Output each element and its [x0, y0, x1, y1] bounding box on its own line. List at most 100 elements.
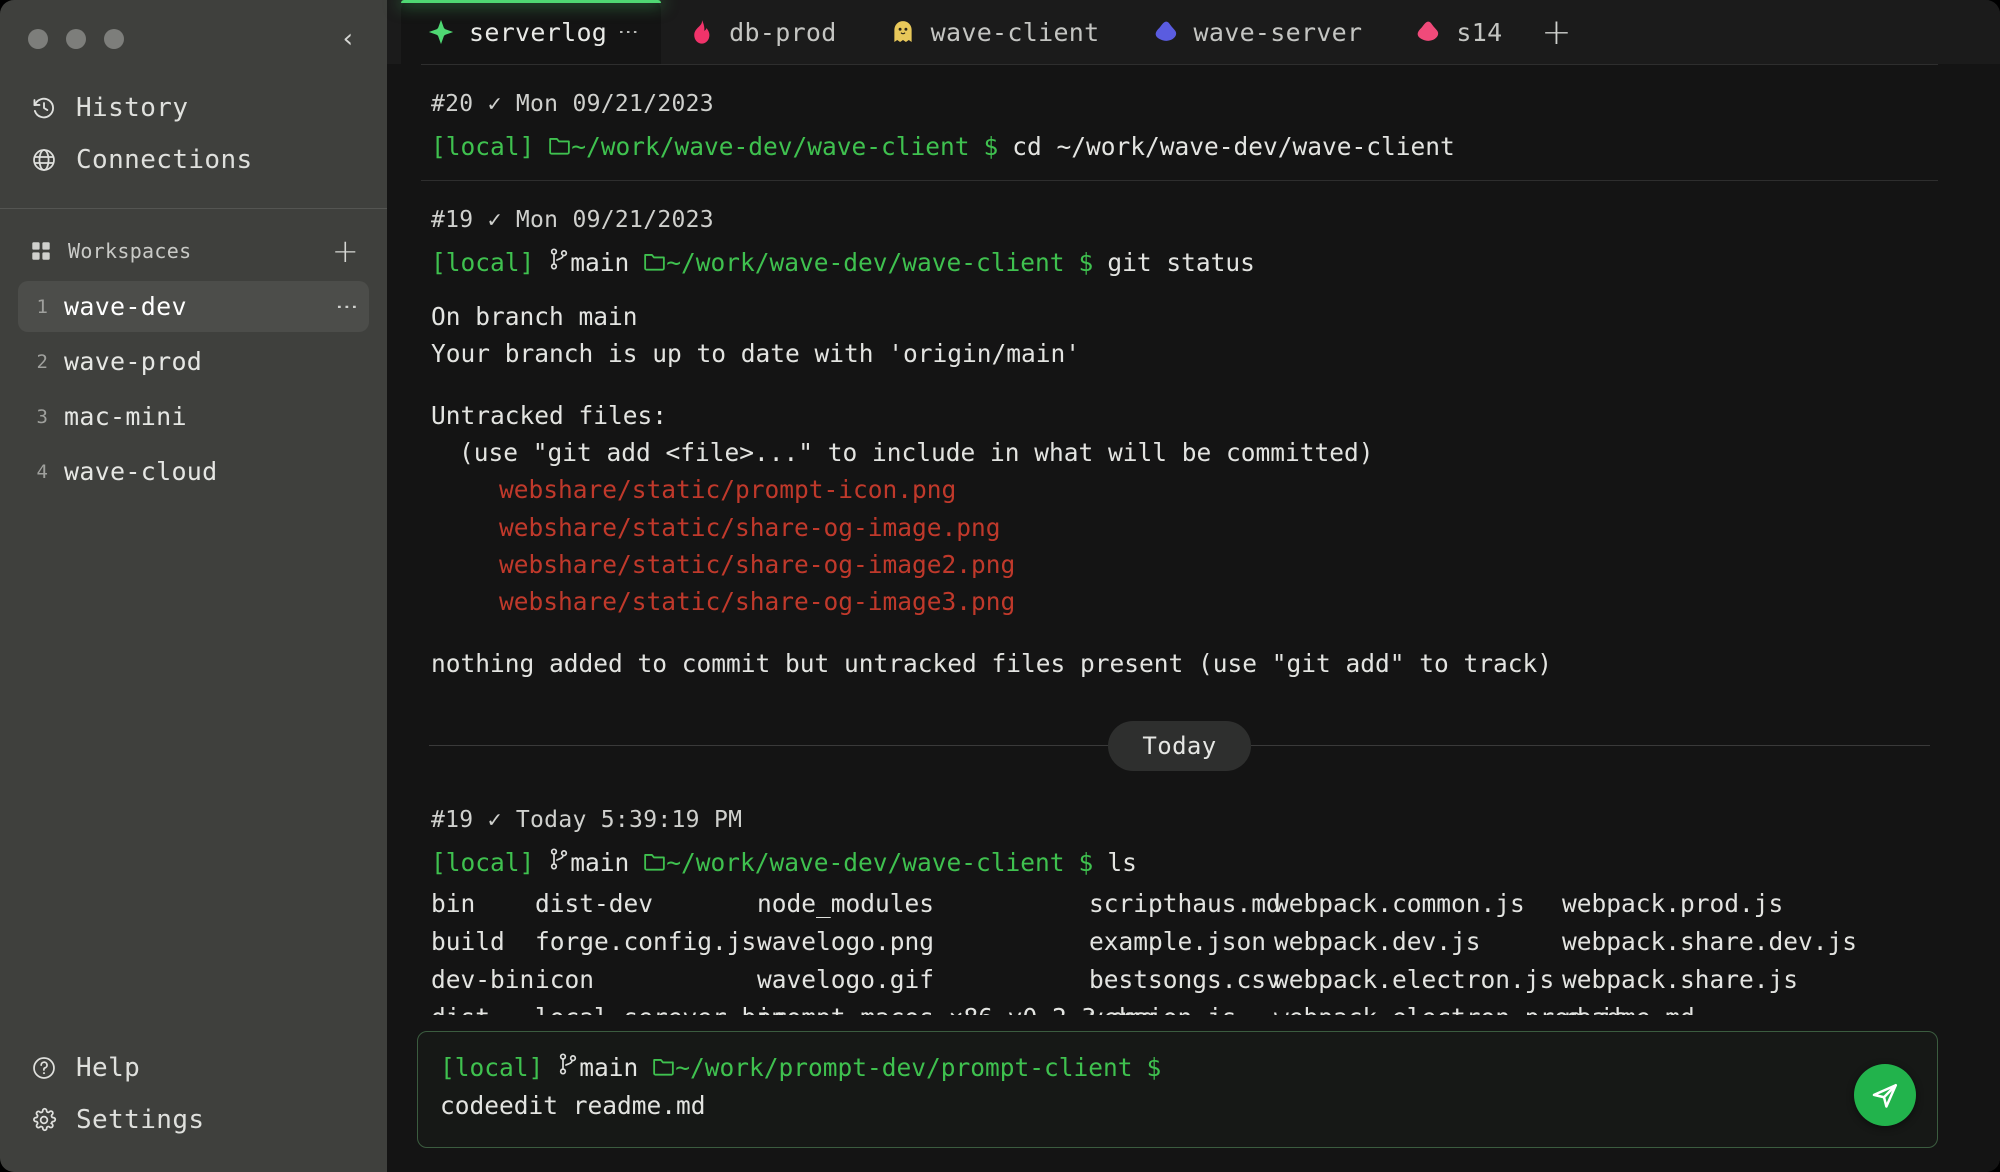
sidebar-item-help[interactable]: Help	[0, 1042, 387, 1094]
prompt-branch: main	[570, 247, 630, 277]
tab-label: wave-server	[1193, 17, 1363, 47]
send-button[interactable]	[1854, 1064, 1916, 1126]
prompt-command: ls	[1107, 847, 1137, 877]
workspace-index: 3	[36, 405, 48, 428]
tab-db-prod[interactable]: db-prod	[661, 0, 862, 64]
terminal-output: #20 ✓ Mon 09/21/2023 [local] ~/work/wave…	[387, 64, 2000, 1172]
separator-line-right	[1250, 745, 1930, 747]
untracked-file: webshare/static/prompt-icon.png	[499, 475, 957, 505]
prompt-line: [local] main ~/work/wave-dev/wave-client…	[417, 845, 1942, 882]
date-separator-label: Today	[1108, 720, 1251, 771]
minimize-button[interactable]	[66, 29, 86, 49]
prompt-path: ~/work/wave-dev/wave-client	[666, 847, 1065, 877]
command-input-box[interactable]: [local] main ~/work/prompt-dev/prompt-cl…	[417, 1030, 1938, 1148]
ls-entry: webpack.dev.js	[1274, 927, 1481, 957]
tab-label: serverlog	[469, 17, 608, 47]
terminal-scroll-area[interactable]: #20 ✓ Mon 09/21/2023 [local] ~/work/wave…	[387, 64, 1968, 1015]
separator-line-left	[429, 745, 1109, 747]
input-prompt-line: [local] main ~/work/prompt-dev/prompt-cl…	[440, 1050, 1913, 1087]
window-titlebar: ‹	[0, 0, 387, 78]
output-blank-line	[417, 620, 1942, 645]
terminal-block[interactable]: #19 ✓ Today 5:39:19 PM [local] main ~/wo…	[417, 793, 1942, 1015]
history-icon	[30, 94, 58, 122]
ls-entry: build	[431, 927, 505, 957]
ls-entry: prompt-macos-×86-v0.2.3.dmg	[757, 999, 1155, 1014]
ls-entry: readme.md	[1562, 999, 1942, 1014]
maximize-button[interactable]	[104, 29, 124, 49]
untracked-file: webshare/static/share-og-image2.png	[499, 549, 1016, 579]
terminal-block[interactable]: #19 ✓ Mon 09/21/2023 [local] main ~/work…	[417, 181, 1942, 697]
add-tab-button[interactable]: +	[1528, 0, 1584, 64]
workspace-menu-icon[interactable]: ⋮	[334, 296, 359, 318]
sidebar-footer: Help Settings	[0, 1042, 387, 1172]
date-separator: Today	[417, 697, 1942, 793]
gear-icon	[30, 1106, 58, 1134]
workspace-index: 2	[36, 350, 48, 373]
tab-label: wave-client	[930, 17, 1100, 47]
command-input-area: [local] main ~/work/prompt-dev/prompt-cl…	[387, 1014, 1968, 1172]
sidebar-item-history[interactable]: History	[0, 82, 387, 134]
close-button[interactable]	[28, 29, 48, 49]
workspace-index: 4	[36, 460, 48, 483]
prompt-command: git status	[1107, 247, 1255, 277]
ls-entry: example.json	[1089, 927, 1267, 957]
prompt-path: ~/work/wave-dev/wave-client	[666, 247, 1065, 277]
traffic-lights	[28, 29, 124, 49]
prompt-sigil: $	[1078, 847, 1094, 877]
ls-entry: local-serever-bin	[535, 999, 786, 1014]
tab-s14[interactable]: s14	[1388, 0, 1528, 64]
workspaces-header: Workspaces +	[0, 209, 387, 281]
globe-icon	[30, 146, 58, 174]
workspace-item-wave-prod[interactable]: 2 wave-prod	[18, 336, 369, 387]
prompt-sigil: $	[1078, 247, 1094, 277]
block-header: #19 ✓ Mon 09/21/2023	[431, 206, 714, 233]
sidebar-item-label: Settings	[76, 1105, 205, 1135]
folder-icon	[652, 1055, 675, 1076]
add-workspace-button[interactable]: +	[332, 235, 359, 267]
workspace-name: wave-dev	[64, 292, 187, 321]
flame-icon	[687, 18, 715, 46]
tab-serverlog[interactable]: serverlog ⋮	[401, 0, 662, 64]
ls-entry: dist	[431, 999, 535, 1014]
block-header: #20 ✓ Mon 09/21/2023	[431, 91, 714, 117]
workspace-item-mac-mini[interactable]: 3 mac-mini	[18, 391, 369, 442]
workspace-item-wave-dev[interactable]: 1 wave-dev ⋮	[18, 281, 369, 332]
blob-icon	[1414, 18, 1442, 46]
ls-entry: webpack.electron.prod.js	[1274, 999, 1628, 1014]
sidebar-item-settings[interactable]: Settings	[0, 1094, 387, 1146]
output-line: Your branch is up to date with 'origin/m…	[431, 338, 1081, 368]
ls-entry: bestsongs.csv	[1089, 965, 1281, 995]
terminal-block[interactable]: #20 ✓ Mon 09/21/2023 [local] ~/work/wave…	[417, 65, 1942, 180]
ls-entry: wavelogo.png	[757, 927, 935, 957]
tab-label: db-prod	[729, 17, 837, 47]
ls-entry: version.js	[1089, 999, 1274, 1014]
app-window: ‹ History Connections Workspaces + 1 wav…	[0, 0, 2000, 1172]
sidebar-nav: History Connections	[0, 78, 387, 208]
sidebar-item-connections[interactable]: Connections	[0, 134, 387, 186]
git-branch-icon	[548, 247, 570, 271]
output-line: nothing added to commit but untracked fi…	[431, 649, 1553, 679]
untracked-file: webshare/static/share-og-image3.png	[499, 587, 1016, 617]
prompt-host: [local]	[440, 1052, 544, 1082]
prompt-line: [local] ~/work/wave-dev/wave-client $ cd…	[417, 129, 1942, 166]
output-line: Untracked files:	[431, 400, 668, 430]
tab-menu-icon[interactable]: ⋮	[617, 22, 641, 42]
grid-icon	[30, 240, 52, 262]
sparkle-icon	[427, 18, 455, 46]
collapse-sidebar-icon[interactable]: ‹	[335, 22, 361, 56]
tab-wave-server[interactable]: wave-server	[1126, 0, 1389, 64]
command-input-value[interactable]: codeedit readme.md	[440, 1088, 1913, 1125]
block-header: #19 ✓ Today 5:39:19 PM	[431, 806, 743, 833]
ls-entry: bin	[431, 889, 476, 919]
git-branch-icon	[548, 847, 570, 871]
help-circle-icon	[30, 1054, 58, 1082]
workspace-name: wave-cloud	[64, 457, 218, 486]
tab-wave-client[interactable]: wave-client	[863, 0, 1126, 64]
prompt-sigil: $	[1146, 1052, 1162, 1082]
workspace-item-wave-cloud[interactable]: 4 wave-cloud	[18, 446, 369, 497]
folder-icon	[548, 134, 571, 155]
ls-entry: webpack.share.dev.js	[1562, 927, 1858, 957]
workspace-name: mac-mini	[64, 402, 187, 431]
workspace-index: 1	[36, 295, 48, 318]
prompt-branch: main	[579, 1052, 639, 1082]
